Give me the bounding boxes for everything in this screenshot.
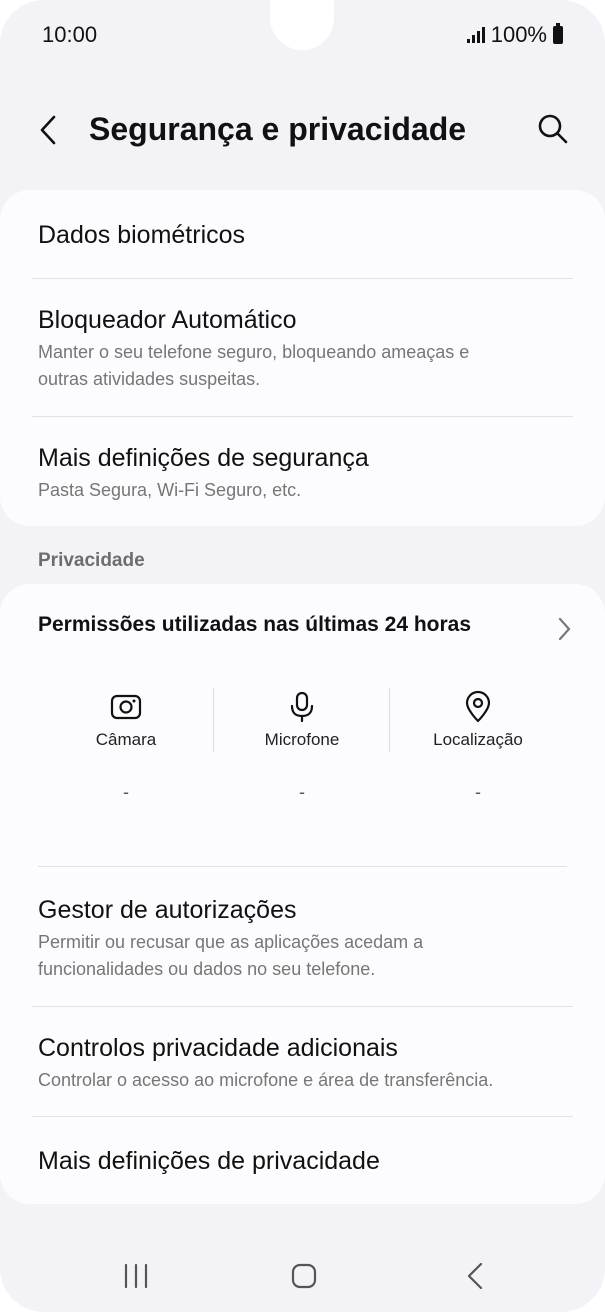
subtitle-line: Manter o seu telefone seguro, bloqueando… bbox=[38, 342, 470, 362]
subtitle-line: funcionalidades ou dados no seu telefone… bbox=[38, 959, 376, 979]
item-title: Gestor de autorizações bbox=[38, 896, 297, 924]
microphone-usage-value: - bbox=[299, 782, 305, 802]
chevron-left-icon bbox=[40, 115, 56, 145]
phone-screen: 10:00 100% Segurança e privacidade Dados… bbox=[0, 0, 605, 1312]
permission-camera[interactable]: Câmara bbox=[51, 690, 201, 750]
battery-percent: 100% bbox=[490, 22, 547, 47]
auto-blocker-item[interactable]: Bloqueador Automático Manter o seu telef… bbox=[38, 305, 569, 393]
item-title: Bloqueador Automático bbox=[38, 306, 297, 334]
status-time: 10:00 bbox=[42, 22, 98, 47]
navigation-bar bbox=[0, 1240, 605, 1312]
item-subtitle: Pasta Segura, Wi-Fi Seguro, etc. bbox=[38, 480, 302, 500]
column-separator bbox=[389, 688, 390, 752]
recent-apps-button[interactable] bbox=[106, 1256, 166, 1296]
nav-back-button[interactable] bbox=[444, 1256, 504, 1296]
status-bar: 10:00 100% bbox=[0, 0, 605, 70]
more-security-settings-item[interactable]: Mais definições de segurança Pasta Segur… bbox=[38, 443, 569, 504]
divider bbox=[38, 866, 567, 867]
divider bbox=[32, 1006, 573, 1007]
back-icon bbox=[467, 1262, 483, 1290]
divider bbox=[32, 278, 573, 279]
battery-icon bbox=[553, 23, 563, 44]
item-subtitle: Manter o seu telefone seguro, bloqueando… bbox=[38, 339, 569, 393]
item-title: Controlos privacidade adicionais bbox=[38, 1034, 398, 1062]
privacy-card bbox=[0, 584, 605, 1204]
privacy-section-label: Privacidade bbox=[38, 550, 145, 571]
subtitle-line: Permitir ou recusar que as aplicações ac… bbox=[38, 932, 424, 952]
permission-label: Câmara bbox=[95, 730, 157, 749]
column-separator bbox=[213, 688, 214, 752]
divider bbox=[32, 1116, 573, 1117]
item-title: Mais definições de privacidade bbox=[38, 1147, 380, 1175]
item-title: Dados biométricos bbox=[38, 221, 246, 249]
item-subtitle: Controlar o acesso ao microfone e área d… bbox=[38, 1070, 494, 1090]
search-button[interactable] bbox=[531, 107, 575, 151]
camera-usage-value: - bbox=[123, 782, 129, 802]
item-title: Mais definições de segurança bbox=[38, 444, 369, 472]
location-usage-value: - bbox=[475, 782, 481, 802]
app-header: Segurança e privacidade bbox=[0, 95, 605, 165]
home-button[interactable] bbox=[274, 1256, 334, 1296]
camera-icon bbox=[110, 694, 142, 720]
location-pin-icon bbox=[465, 690, 491, 723]
more-privacy-settings-item[interactable]: Mais definições de privacidade bbox=[38, 1146, 569, 1176]
search-icon bbox=[538, 114, 568, 144]
permission-label: Microfone bbox=[264, 730, 340, 749]
permission-label: Localização bbox=[433, 730, 523, 749]
permissions-used-header[interactable]: Permissões utilizadas nas últimas 24 hor… bbox=[38, 613, 575, 645]
permission-manager-item[interactable]: Gestor de autorizações Permitir ou recus… bbox=[38, 895, 569, 983]
microphone-icon bbox=[290, 691, 314, 723]
page-title: Segurança e privacidade bbox=[89, 111, 467, 147]
divider bbox=[32, 416, 573, 417]
item-subtitle: Permitir ou recusar que as aplicações ac… bbox=[38, 929, 569, 983]
permissions-title: Permissões utilizadas nas últimas 24 hor… bbox=[38, 613, 472, 636]
signal-icon bbox=[466, 27, 485, 43]
additional-privacy-controls-item[interactable]: Controlos privacidade adicionais Control… bbox=[38, 1033, 569, 1094]
biometric-data-item[interactable]: Dados biométricos bbox=[38, 220, 569, 250]
recent-apps-icon bbox=[124, 1263, 148, 1289]
status-right: 100% bbox=[466, 22, 563, 48]
chevron-right-icon bbox=[558, 617, 571, 641]
permission-location[interactable]: Localização bbox=[403, 690, 553, 750]
subtitle-line: outras atividades suspeitas. bbox=[38, 369, 261, 389]
home-icon bbox=[291, 1263, 317, 1289]
back-button[interactable] bbox=[30, 105, 70, 155]
permission-microphone[interactable]: Microfone bbox=[227, 690, 377, 750]
